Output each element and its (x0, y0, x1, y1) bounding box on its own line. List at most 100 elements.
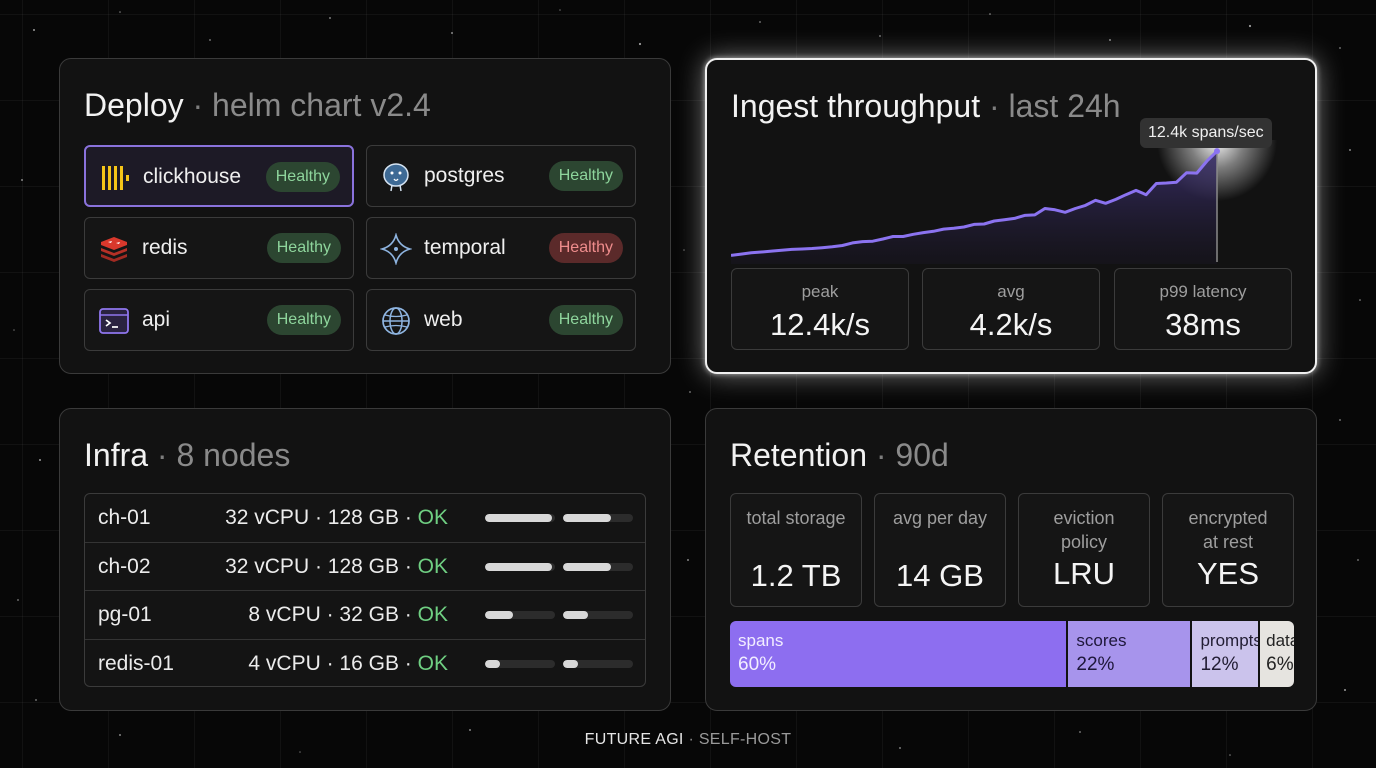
service-name: postgres (424, 164, 505, 187)
infra-title: Infra · 8 nodes (84, 437, 291, 473)
infra-card: Infra · 8 nodes ch-01 32 vCPU · 128 GB ·… (59, 408, 671, 711)
redis-icon (101, 237, 127, 262)
stat-p99-latency: p99 latency 38ms (1114, 268, 1292, 350)
postgres-icon (383, 163, 409, 192)
status-badge: Healthy (548, 233, 623, 263)
service-name: web (424, 308, 463, 331)
nodes-table: ch-01 32 vCPU · 128 GB · OK ch-02 32 vCP… (84, 493, 646, 687)
throughput-title-main: Ingest throughput (731, 88, 981, 124)
status-badge: Healthy (548, 305, 623, 335)
node-spec: 4 vCPU · 16 GB · OK (248, 651, 448, 675)
service-tile-web[interactable]: web Healthy (366, 289, 636, 351)
segment-prompts[interactable]: prompts 12% (1192, 621, 1261, 687)
service-tile-clickhouse[interactable]: clickhouse Healthy (84, 145, 354, 207)
segment-label: data (1266, 631, 1294, 650)
stat-value: 38ms (1165, 307, 1241, 342)
node-name: redis-01 (98, 651, 174, 675)
service-name: clickhouse (143, 165, 242, 188)
service-tile-api[interactable]: api Healthy (84, 289, 354, 351)
memory-usage-bar (563, 659, 633, 668)
throughput-title: Ingest throughput · last 24h (731, 88, 1121, 124)
stat-avg: avg 4.2k/s (922, 268, 1100, 350)
infra-title-sub: 8 nodes (176, 437, 291, 473)
status-badge: Healthy (548, 161, 623, 191)
service-tile-postgres[interactable]: postgres Healthy (366, 145, 636, 207)
node-status: OK (417, 554, 448, 578)
throughput-area (731, 151, 1217, 264)
throughput-card: Ingest throughput · last 24h 12.4k spans… (705, 58, 1317, 374)
cpu-usage-bar (485, 659, 555, 668)
deploy-title-sub: helm chart v2.4 (212, 87, 431, 123)
status-badge: Healthy (266, 233, 341, 263)
footer-tag: SELF-HOST (698, 731, 792, 748)
deploy-card: Deploy · helm chart v2.4 clickhouse Heal… (59, 58, 671, 374)
table-row[interactable]: redis-01 4 vCPU · 16 GB · OK (85, 640, 645, 687)
stat-value: LRU (1052, 556, 1115, 591)
stat-value: 14 GB (896, 558, 984, 593)
node-status: OK (417, 603, 448, 626)
stat-eviction-policy: eviction policy LRU (1018, 493, 1150, 607)
stat-label: peak (801, 282, 839, 301)
cpu-usage-bar (485, 514, 555, 522)
status-badge: Healthy (266, 305, 341, 335)
terminal-icon (99, 308, 129, 334)
stat-label: avg per day (892, 508, 988, 528)
storage-breakdown-bar: spans 60% scores 22% prompts 12% data 6% (730, 621, 1294, 687)
stat-value: 12.4k/s (770, 307, 870, 342)
segment-percent: 12% (1200, 654, 1239, 675)
status-badge: Healthy (265, 162, 340, 192)
deploy-title-main: Deploy (84, 87, 184, 123)
node-name: ch-02 (98, 554, 151, 578)
segment-percent: 22% (1076, 654, 1115, 675)
service-name: api (142, 308, 171, 331)
throughput-chart (731, 140, 1277, 264)
infra-title-main: Infra (84, 437, 149, 473)
cpu-usage-bar (485, 611, 555, 619)
peak-tooltip: 12.4k spans/sec (1140, 118, 1272, 148)
retention-card: Retention · 90d total storage 1.2 TB avg… (705, 408, 1317, 711)
table-row[interactable]: ch-02 32 vCPU · 128 GB · OK (85, 543, 645, 591)
table-row[interactable]: pg-01 8 vCPU · 32 GB · OK (85, 591, 645, 640)
memory-usage-bar (563, 514, 633, 522)
table-row[interactable]: ch-01 32 vCPU · 128 GB · OK (85, 494, 645, 543)
retention-title-main: Retention (730, 437, 867, 473)
stat-label: total storage (746, 508, 846, 528)
stat-peak: peak 12.4k/s (731, 268, 909, 350)
stat-label: p99 latency (1159, 282, 1247, 301)
stat-total-storage: total storage 1.2 TB (730, 493, 862, 607)
service-name: redis (142, 236, 188, 259)
stat-value: 1.2 TB (750, 558, 842, 593)
segment-label: prompts (1200, 631, 1261, 650)
temporal-icon (380, 233, 412, 265)
segment-scores[interactable]: scores 22% (1068, 621, 1193, 687)
memory-usage-bar (563, 562, 633, 571)
stat-encrypted-at-rest: encrypted at rest YES (1162, 493, 1294, 607)
node-spec: 8 vCPU · 32 GB · OK (248, 603, 448, 626)
deploy-title: Deploy · helm chart v2.4 (84, 87, 431, 123)
footer-separator: · (688, 731, 695, 748)
service-tile-temporal[interactable]: temporal Healthy (366, 217, 636, 279)
segment-percent: 60% (738, 654, 777, 675)
segment-spans[interactable]: spans 60% (730, 621, 1069, 687)
retention-title-sub: 90d (895, 437, 949, 473)
node-spec: 32 vCPU · 128 GB · OK (225, 506, 448, 529)
segment-data[interactable]: data 6% (1260, 621, 1294, 687)
node-status: OK (417, 506, 448, 529)
segment-percent: 6% (1266, 654, 1294, 675)
footer: FUTURE AGI · SELF-HOST (0, 731, 1376, 749)
peak-point (1214, 148, 1220, 155)
clickhouse-icon (102, 166, 129, 190)
service-name: temporal (424, 236, 506, 259)
globe-icon (382, 307, 410, 335)
stat-avg-per-day: avg per day 14 GB (874, 493, 1006, 607)
segment-label: scores (1076, 631, 1127, 650)
node-status: OK (417, 651, 448, 675)
stat-value: YES (1196, 556, 1260, 591)
node-spec: 32 vCPU · 128 GB · OK (225, 554, 448, 578)
cpu-usage-bar (485, 562, 555, 571)
throughput-title-sub: last 24h (1008, 88, 1121, 124)
service-tile-redis[interactable]: redis Healthy (84, 217, 354, 279)
stat-label: avg (997, 282, 1025, 301)
node-name: ch-01 (98, 506, 151, 529)
stat-value: 4.2k/s (969, 307, 1053, 342)
